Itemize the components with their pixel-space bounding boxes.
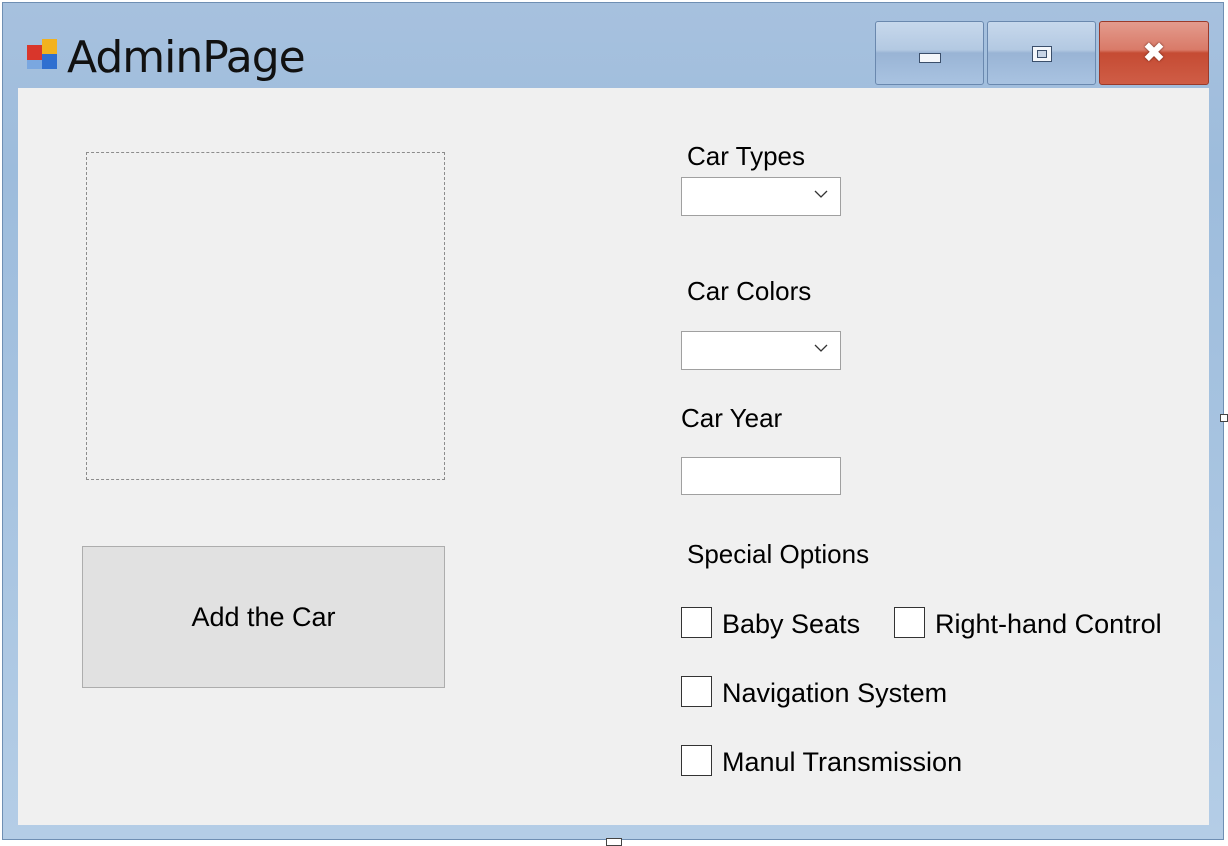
chevron-down-icon [814, 344, 828, 352]
minimize-icon [919, 53, 941, 63]
form-icon [27, 39, 61, 73]
maximize-button[interactable] [987, 21, 1096, 85]
manual-transmission-checkbox[interactable] [681, 745, 712, 776]
add-car-button[interactable]: Add the Car [82, 546, 445, 688]
car-colors-label: Car Colors [687, 276, 812, 306]
right-hand-control-checkbox[interactable] [894, 607, 925, 638]
resize-handle-bottom[interactable] [606, 838, 622, 846]
minimize-button[interactable] [875, 21, 984, 85]
manual-transmission-label[interactable]: Manul Transmission [722, 746, 962, 778]
car-types-label: Car Types [687, 141, 806, 171]
car-year-input[interactable] [681, 457, 841, 495]
close-icon: ✖ [1142, 36, 1166, 69]
maximize-icon [1032, 46, 1052, 62]
navigation-system-label[interactable]: Navigation System [722, 677, 947, 709]
resize-handle-right[interactable] [1220, 414, 1228, 422]
car-year-label: Car Year [681, 403, 783, 433]
window-title: AdminPage [67, 32, 306, 83]
baby-seats-checkbox[interactable] [681, 607, 712, 638]
close-button[interactable]: ✖ [1099, 21, 1209, 85]
car-colors-combobox[interactable] [681, 331, 841, 370]
chevron-down-icon [814, 190, 828, 198]
car-picture-box[interactable] [86, 152, 445, 480]
baby-seats-label[interactable]: Baby Seats [722, 608, 860, 640]
special-options-label: Special Options [687, 539, 870, 569]
right-hand-control-label[interactable]: Right-hand Control [935, 608, 1162, 640]
navigation-system-checkbox[interactable] [681, 676, 712, 707]
car-types-combobox[interactable] [681, 177, 841, 216]
